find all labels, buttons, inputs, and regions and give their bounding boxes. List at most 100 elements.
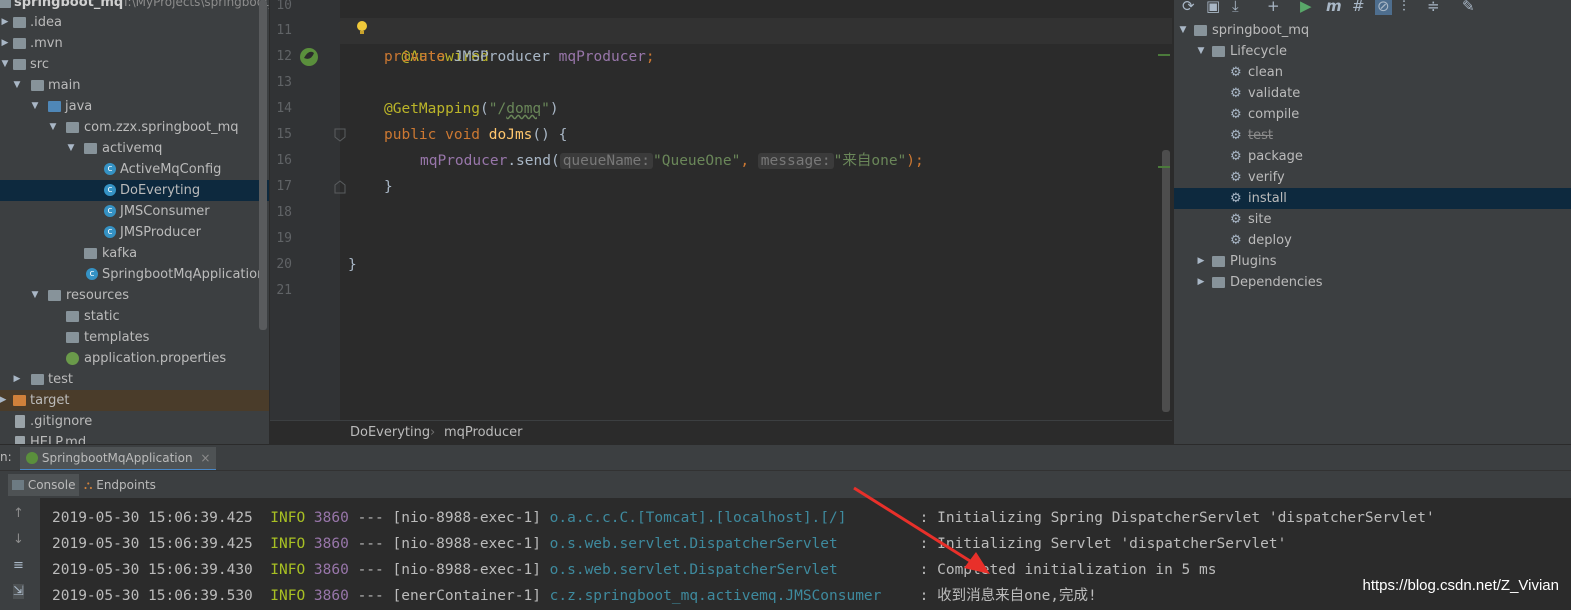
chevron-down-icon[interactable]: ▼ bbox=[1178, 20, 1188, 41]
folder-icon bbox=[31, 374, 44, 385]
spring-bean-icon[interactable] bbox=[298, 46, 320, 68]
chevron-down-icon[interactable]: ▼ bbox=[12, 75, 22, 96]
plugins-label: Plugins bbox=[1230, 254, 1277, 269]
reload-icon[interactable]: ⟳ bbox=[1182, 0, 1195, 15]
tree-item-resources[interactable]: ▼ resources bbox=[0, 285, 269, 306]
chevron-right-icon[interactable]: ▶ bbox=[12, 369, 22, 390]
log-timestamp: 2019-05-30 15:06:39.425 bbox=[52, 536, 253, 552]
maven-project[interactable]: ▼ springboot_mq bbox=[1174, 20, 1571, 41]
code-token: "QueueOne" bbox=[653, 153, 741, 169]
run-config-tab[interactable]: SpringbootMqApplication × bbox=[20, 447, 217, 471]
arrow-down-icon[interactable]: ↓ bbox=[13, 532, 24, 547]
tree-item-label: HELP.md bbox=[30, 435, 87, 444]
skip-tests-icon[interactable]: ⊘ bbox=[1375, 0, 1392, 15]
log-timestamp: 2019-05-30 15:06:39.430 bbox=[52, 562, 253, 578]
generate-sources-icon[interactable]: ▣ bbox=[1206, 0, 1220, 15]
package-icon bbox=[84, 248, 97, 259]
chevron-right-icon[interactable]: ▶ bbox=[0, 12, 10, 33]
excluded-folder-icon bbox=[13, 395, 26, 406]
tree-item-label: JMSConsumer bbox=[120, 204, 210, 219]
collapse-all-icon[interactable]: ≑ bbox=[1427, 0, 1440, 15]
tree-item-target[interactable]: ▶ target bbox=[0, 390, 269, 411]
tree-item-help-md[interactable]: HELP.md bbox=[0, 432, 269, 444]
chevron-right-icon[interactable]: ▶ bbox=[1196, 272, 1206, 293]
settings-wrench-icon[interactable]: ✎ bbox=[1462, 0, 1475, 15]
chevron-right-icon[interactable]: ▶ bbox=[1196, 251, 1206, 272]
chevron-down-icon[interactable]: ▼ bbox=[30, 285, 40, 306]
tree-item-templates[interactable]: templates bbox=[0, 327, 269, 348]
tree-item-package[interactable]: ▼ com.zzx.springboot_mq bbox=[0, 117, 269, 138]
log-pid: 3860 bbox=[313, 536, 349, 552]
download-icon[interactable]: ⤓ bbox=[1232, 0, 1239, 15]
chevron-down-icon[interactable]: ▼ bbox=[66, 138, 76, 159]
tree-item-jmsproducer[interactable]: c JMSProducer bbox=[0, 222, 269, 243]
tree-item-gitignore[interactable]: .gitignore bbox=[0, 411, 269, 432]
phase-install[interactable]: ⚙ install bbox=[1174, 188, 1571, 209]
tab-endpoints-label: Endpoints bbox=[96, 478, 156, 492]
phase-validate[interactable]: ⚙ validate bbox=[1174, 83, 1571, 104]
tree-item-kafka[interactable]: kafka bbox=[0, 243, 269, 264]
chevron-down-icon[interactable]: ▼ bbox=[1196, 41, 1206, 62]
show-dependencies-icon[interactable]: ⫶ bbox=[1402, 0, 1406, 15]
close-icon[interactable]: × bbox=[200, 451, 210, 465]
editor-scrollbar[interactable] bbox=[1162, 150, 1170, 412]
phase-verify[interactable]: ⚙ verify bbox=[1174, 167, 1571, 188]
phase-deploy[interactable]: ⚙ deploy bbox=[1174, 230, 1571, 251]
tree-item-activemqconfig[interactable]: c ActiveMqConfig bbox=[0, 159, 269, 180]
tree-item-static[interactable]: static bbox=[0, 306, 269, 327]
chevron-right-icon[interactable]: ▶ bbox=[0, 390, 8, 411]
code-token: ); bbox=[906, 153, 924, 169]
lightbulb-icon[interactable] bbox=[356, 20, 368, 36]
code-token: doJms bbox=[488, 127, 533, 143]
maven-plugins[interactable]: ▶ Plugins bbox=[1174, 251, 1571, 272]
tree-item-java[interactable]: ▼ java bbox=[0, 96, 269, 117]
tree-item-test[interactable]: ▶ test bbox=[0, 369, 269, 390]
arrow-up-icon[interactable]: ↑ bbox=[13, 506, 24, 521]
chevron-down-icon[interactable]: ▼ bbox=[48, 117, 58, 138]
tree-item-jmsconsumer[interactable]: c JMSConsumer bbox=[0, 201, 269, 222]
tab-console[interactable]: Console bbox=[8, 474, 80, 496]
tree-item-label: target bbox=[30, 393, 70, 408]
toggle-offline-icon[interactable]: # bbox=[1352, 0, 1365, 15]
run-icon[interactable]: ▶ bbox=[1300, 0, 1312, 15]
project-scrollbar[interactable] bbox=[259, 0, 267, 330]
code-token: () { bbox=[532, 127, 568, 143]
folder-icon bbox=[13, 59, 26, 70]
tree-item-idea[interactable]: ▶ .idea bbox=[0, 12, 269, 33]
breadcrumb-class[interactable]: DoEveryting bbox=[350, 421, 430, 445]
tab-endpoints[interactable]: ⛬ Endpoints bbox=[80, 474, 160, 496]
maven-lifecycle[interactable]: ▼ Lifecycle bbox=[1174, 41, 1571, 62]
breadcrumb-field[interactable]: mqProducer bbox=[444, 421, 523, 445]
fold-marker-icon[interactable] bbox=[334, 180, 346, 194]
maven-goal-icon[interactable]: m bbox=[1326, 0, 1342, 15]
add-icon[interactable]: + bbox=[1267, 0, 1280, 15]
soft-wrap-icon[interactable]: ≡ bbox=[13, 558, 24, 573]
phase-test[interactable]: ⚙ test bbox=[1174, 125, 1571, 146]
chevron-right-icon[interactable]: ▶ bbox=[0, 33, 10, 54]
tree-item-main[interactable]: ▼ main bbox=[0, 75, 269, 96]
tree-item-activemq[interactable]: ▼ activemq bbox=[0, 138, 269, 159]
fold-marker-icon[interactable] bbox=[334, 128, 346, 142]
phase-site[interactable]: ⚙ site bbox=[1174, 209, 1571, 230]
tree-item-springbootmqapplication[interactable]: c SpringbootMqApplication bbox=[0, 264, 269, 285]
watermark: https://blog.csdn.net/Z_Vivian bbox=[1362, 577, 1559, 594]
tree-item-doeveryting[interactable]: c DoEveryting bbox=[0, 180, 269, 201]
phase-clean[interactable]: ⚙ clean bbox=[1174, 62, 1571, 83]
tree-item-mvn[interactable]: ▶ .mvn bbox=[0, 33, 269, 54]
gear-icon: ⚙ bbox=[1230, 149, 1242, 164]
chevron-down-icon[interactable]: ▼ bbox=[0, 54, 10, 75]
phase-package[interactable]: ⚙ package bbox=[1174, 146, 1571, 167]
resources-folder-icon bbox=[48, 290, 61, 301]
chevron-down-icon[interactable]: ▼ bbox=[30, 96, 40, 117]
log-pid: 3860 bbox=[313, 562, 349, 578]
tree-item-application-properties[interactable]: application.properties bbox=[0, 348, 269, 369]
annotation-arrow-icon bbox=[853, 486, 990, 574]
scroll-to-end-icon[interactable]: ⇲ bbox=[13, 584, 24, 599]
package-icon bbox=[66, 122, 79, 133]
log-level: INFO bbox=[270, 510, 306, 526]
maven-dependencies[interactable]: ▶ Dependencies bbox=[1174, 272, 1571, 293]
line-number: 17 bbox=[276, 179, 292, 194]
phase-compile[interactable]: ⚙ compile bbox=[1174, 104, 1571, 125]
log-line: 2019-05-30 15:06:39.530 INFO 3860 --- [e… bbox=[52, 583, 1097, 609]
tree-item-src[interactable]: ▼ src bbox=[0, 54, 269, 75]
